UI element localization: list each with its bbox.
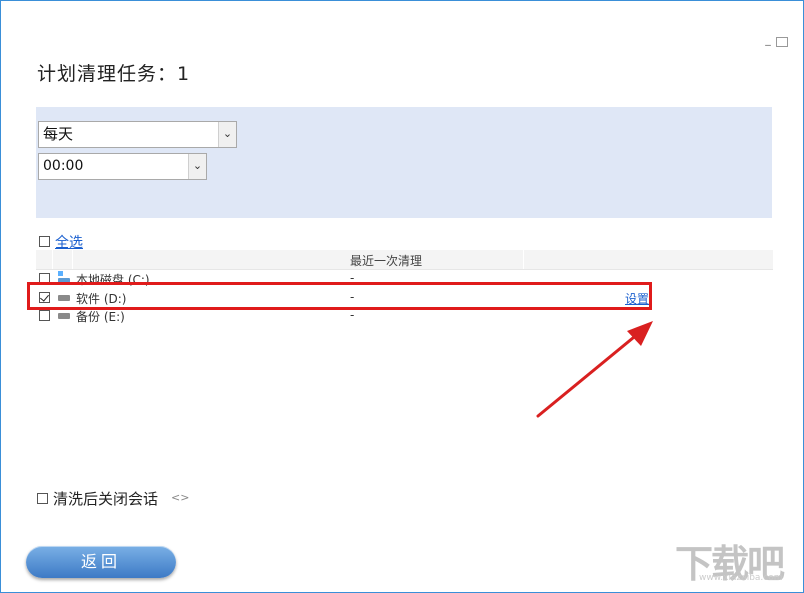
table-row[interactable]: 备份 (E:) -: [36, 307, 773, 325]
row-checkbox[interactable]: [39, 310, 50, 321]
drive-name: 软件 (D:): [76, 292, 127, 306]
drive-name: 备份 (E:): [76, 310, 125, 324]
time-value: 00:00: [43, 158, 84, 174]
cleanup-schedule-window: _ 计划清理任务：1 每天 ⌄ 00:00 ⌄ 全选 最近一次清理 本地磁盘 (…: [0, 0, 804, 593]
maximize-icon[interactable]: [776, 37, 788, 47]
minimize-icon[interactable]: _: [761, 34, 775, 48]
column-separator: [72, 250, 73, 269]
table-row[interactable]: 软件 (D:) - 设置: [36, 289, 773, 307]
table-row[interactable]: 本地磁盘 (C:) -: [36, 270, 773, 288]
settings-link[interactable]: 设置: [625, 290, 649, 307]
watermark-url: www.xiazaiba.com: [699, 573, 783, 583]
table-header: 最近一次清理: [36, 250, 773, 270]
row-checkbox[interactable]: [39, 292, 50, 303]
close-after-clean-checkbox[interactable]: [37, 493, 48, 504]
select-all-checkbox[interactable]: [39, 236, 50, 247]
last-clean-value: -: [350, 271, 355, 285]
chevron-down-icon[interactable]: ⌄: [218, 122, 236, 147]
drive-name: 本地磁盘 (C:): [76, 273, 150, 287]
drive-icon: [58, 295, 70, 301]
close-after-clean-label: 清洗后关闭会话: [53, 490, 159, 508]
drive-icon: [58, 313, 70, 319]
frequency-select[interactable]: 每天 ⌄: [38, 121, 237, 148]
column-header-last-clean: 最近一次清理: [350, 254, 423, 268]
select-all-link[interactable]: 全选: [55, 232, 83, 252]
frequency-value: 每天: [43, 125, 74, 143]
time-select[interactable]: 00:00 ⌄: [38, 153, 207, 180]
watermark-logo: 下载吧 www.xiazaiba.com: [669, 531, 799, 586]
page-title: 计划清理任务：1: [37, 63, 191, 85]
last-clean-value: -: [350, 290, 355, 304]
row-checkbox[interactable]: [39, 273, 50, 284]
column-separator: [523, 250, 524, 269]
chevron-down-icon[interactable]: ⌄: [188, 154, 206, 179]
system-drive-icon: [58, 271, 70, 283]
annotation-arrow-icon: [536, 321, 653, 418]
code-icon[interactable]: <>: [171, 491, 189, 504]
last-clean-value: -: [350, 308, 355, 322]
back-button[interactable]: 返回: [26, 546, 176, 578]
column-separator: [52, 250, 53, 269]
